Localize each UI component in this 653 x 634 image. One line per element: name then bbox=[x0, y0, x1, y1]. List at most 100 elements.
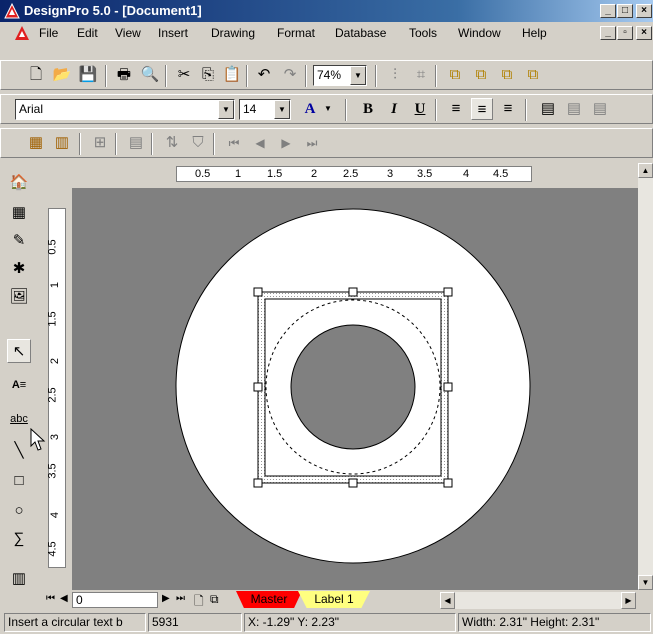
tab-master[interactable]: Master bbox=[236, 591, 302, 608]
align-left-icon[interactable]: ≡ bbox=[445, 98, 467, 120]
standard-toolbar: 🗋 📂 💾 🖶 🔍 ✂ ⎘ 📋 ↶ ↷ 74% ▼ ⫶ ⌗ ⧉ ⧉ ⧉ ⧉ bbox=[0, 60, 653, 90]
font-color-label: A bbox=[304, 101, 316, 117]
bring-front-icon[interactable]: ⧉ bbox=[496, 64, 518, 86]
add-page-icon[interactable]: 🗋 bbox=[194, 592, 204, 613]
paste-icon[interactable]: 📋 bbox=[221, 64, 243, 86]
close-button[interactable]: × bbox=[636, 4, 652, 18]
menu-file[interactable]: File bbox=[39, 26, 58, 40]
bold-button[interactable]: B bbox=[357, 98, 379, 120]
doc-restore-button[interactable]: ▫ bbox=[617, 26, 633, 40]
scroll-left-button[interactable]: ◀ bbox=[440, 592, 455, 609]
merge-icon[interactable]: ⊞ bbox=[89, 132, 111, 154]
crop-icon[interactable]: ⌗ bbox=[410, 64, 432, 86]
chevron-down-icon[interactable]: ▼ bbox=[274, 100, 290, 119]
align-objects-icon[interactable]: ⫶ bbox=[384, 64, 406, 86]
doc-minimize-button[interactable]: _ bbox=[600, 26, 616, 40]
tab-master-label: Master bbox=[250, 592, 288, 606]
first-record-icon[interactable]: ⏮ bbox=[223, 132, 245, 154]
database-fields-icon[interactable]: ▥ bbox=[51, 132, 73, 154]
line-icon[interactable]: ╲ bbox=[7, 439, 31, 463]
layout-icon[interactable]: ▦ bbox=[7, 201, 31, 225]
ruler-label: 4 bbox=[463, 168, 470, 180]
menu-format[interactable]: Format bbox=[277, 26, 315, 40]
barcode-icon[interactable]: ▥ bbox=[7, 567, 31, 591]
save-icon[interactable]: 💾 bbox=[77, 64, 99, 86]
circular-text-icon[interactable]: abc bbox=[7, 407, 31, 431]
status-code: 5931 bbox=[148, 613, 242, 632]
menu-tools[interactable]: Tools bbox=[409, 26, 437, 40]
font-color-dropdown-icon[interactable]: ▼ bbox=[317, 98, 339, 120]
menu-drawing[interactable]: Drawing bbox=[211, 26, 255, 40]
document-icon[interactable] bbox=[14, 25, 30, 41]
italic-button[interactable]: I bbox=[383, 98, 405, 120]
next-page-icon[interactable]: ▶ bbox=[162, 593, 170, 604]
valign-middle-icon[interactable]: ▤ bbox=[563, 98, 585, 120]
open-folder-icon[interactable]: 📂 bbox=[51, 64, 73, 86]
chevron-down-icon[interactable]: ▼ bbox=[350, 66, 366, 85]
minimize-button[interactable]: _ bbox=[600, 4, 616, 18]
ruler-label: 3.5 bbox=[46, 463, 59, 479]
maximize-button[interactable]: □ bbox=[617, 4, 633, 18]
font-size-select[interactable]: 14 ▼ bbox=[239, 99, 291, 120]
print-preview-icon[interactable]: 🔍 bbox=[139, 64, 161, 86]
select-arrow-icon[interactable]: ↖ bbox=[7, 339, 31, 363]
selection-handle bbox=[348, 478, 358, 488]
scroll-right-button[interactable]: ▶ bbox=[621, 592, 636, 609]
prev-record-icon[interactable]: ◀ bbox=[249, 132, 271, 154]
prev-page-icon[interactable]: ◀ bbox=[60, 593, 68, 604]
doc-close-button[interactable]: × bbox=[636, 26, 652, 40]
cd-center-hole bbox=[290, 324, 416, 450]
menu-edit[interactable]: Edit bbox=[77, 26, 98, 40]
chevron-down-icon[interactable]: ▼ bbox=[218, 100, 234, 119]
ungroup-icon[interactable]: ⧉ bbox=[470, 64, 492, 86]
record-view-icon[interactable]: ▤ bbox=[125, 132, 147, 154]
edit-design-icon[interactable]: ✎ bbox=[7, 229, 31, 253]
polygon-icon[interactable]: ∑ bbox=[7, 527, 31, 551]
align-center-icon[interactable]: ≡ bbox=[471, 98, 493, 120]
picture-icon[interactable]: 🖼 bbox=[7, 285, 31, 309]
text-box-icon[interactable]: A≡ bbox=[7, 373, 31, 397]
font-name-select[interactable]: Arial ▼ bbox=[15, 99, 235, 120]
last-page-icon[interactable]: ⏭ bbox=[176, 593, 185, 604]
sort-icon[interactable]: ⇅ bbox=[161, 132, 183, 154]
ruler-label: 1.5 bbox=[46, 311, 59, 327]
send-back-icon[interactable]: ⧉ bbox=[522, 64, 544, 86]
document-canvas[interactable] bbox=[72, 188, 638, 590]
new-document-icon[interactable]: 🗋 bbox=[25, 64, 47, 86]
first-page-icon[interactable]: ⏮ bbox=[46, 593, 55, 604]
menu-view[interactable]: View bbox=[115, 26, 141, 40]
label-home-icon[interactable]: 🏠 bbox=[7, 171, 31, 195]
print-icon[interactable]: 🖶 bbox=[113, 64, 135, 86]
redo-icon[interactable]: ↷ bbox=[279, 64, 301, 86]
menu-database[interactable]: Database bbox=[335, 26, 386, 40]
duplicate-page-icon[interactable]: ⧉ bbox=[210, 592, 219, 607]
valign-bottom-icon[interactable]: ▤ bbox=[589, 98, 611, 120]
menu-insert[interactable]: Insert bbox=[158, 26, 188, 40]
mouse-cursor-icon bbox=[30, 427, 46, 452]
cut-icon[interactable]: ✂ bbox=[173, 64, 195, 86]
valign-top-icon[interactable]: ▤ bbox=[537, 98, 559, 120]
underline-button[interactable]: U bbox=[409, 98, 431, 120]
align-right-icon[interactable]: ≡ bbox=[497, 98, 519, 120]
status-message: Insert a circular text b bbox=[4, 613, 146, 632]
last-record-icon[interactable]: ⏭ bbox=[301, 132, 323, 154]
filter-icon[interactable]: ⛉ bbox=[187, 132, 209, 154]
group-icon[interactable]: ⧉ bbox=[444, 64, 466, 86]
scroll-up-button[interactable]: ▲ bbox=[638, 163, 653, 178]
zoom-select[interactable]: 74% ▼ bbox=[313, 65, 367, 86]
tab-label-1[interactable]: Label 1 bbox=[298, 591, 370, 608]
database-table-icon[interactable]: ▦ bbox=[25, 132, 47, 154]
undo-icon[interactable]: ↶ bbox=[253, 64, 275, 86]
copy-icon[interactable]: ⎘ bbox=[197, 64, 219, 86]
scroll-down-button[interactable]: ▼ bbox=[638, 575, 653, 590]
horizontal-scrollbar[interactable]: ◀ ▶ bbox=[440, 592, 636, 609]
vertical-scrollbar[interactable]: ▲ ▼ bbox=[638, 163, 653, 590]
clipart-icon[interactable]: ✱ bbox=[7, 257, 31, 281]
selection-handle bbox=[443, 287, 453, 297]
next-record-icon[interactable]: ▶ bbox=[275, 132, 297, 154]
page-input[interactable]: 0 bbox=[72, 592, 158, 608]
menu-help[interactable]: Help bbox=[522, 26, 547, 40]
ellipse-icon[interactable]: ○ bbox=[7, 499, 31, 523]
rectangle-icon[interactable]: □ bbox=[7, 469, 31, 493]
menu-window[interactable]: Window bbox=[458, 26, 501, 40]
